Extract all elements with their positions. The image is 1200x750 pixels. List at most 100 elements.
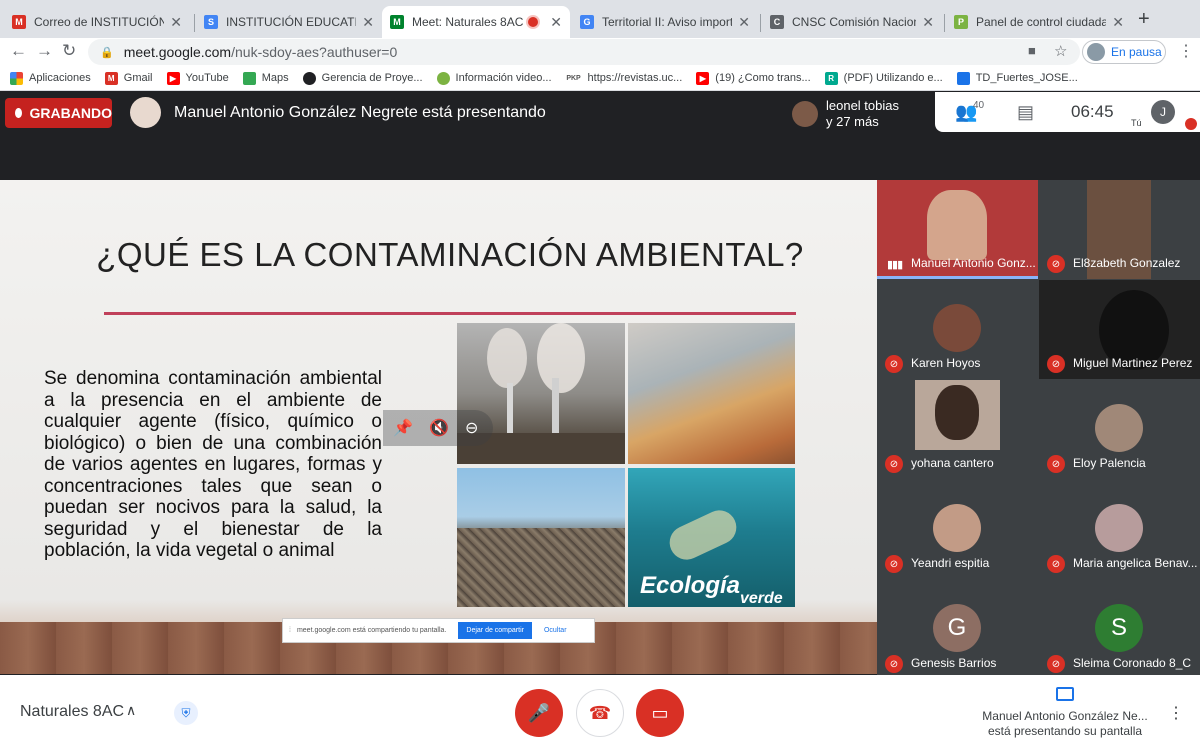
reload-icon[interactable]: ↻ (62, 41, 76, 61)
close-tab-icon[interactable]: ✕ (550, 14, 562, 31)
address-bar[interactable]: 🔒 meet.google.com /nuk-sdoy-aes?authuser… (88, 39, 1080, 65)
camera-off-button[interactable]: ▭ (636, 689, 684, 737)
youtube-icon: ▶ (166, 71, 180, 85)
forward-icon[interactable]: → (36, 41, 53, 61)
close-tab-icon[interactable]: ✕ (362, 14, 374, 31)
mic-off-icon: ⊘ (885, 555, 903, 573)
mute-audio-icon[interactable]: 🔇 (429, 418, 449, 438)
present-screen-icon[interactable] (1056, 687, 1074, 701)
meeting-name[interactable]: Naturales 8AC (20, 703, 124, 721)
mic-off-icon: ⊘ (1047, 355, 1065, 373)
close-tab-icon[interactable]: ✕ (922, 14, 934, 31)
menu-icon[interactable]: ⋮ (1178, 41, 1194, 61)
mic-off-icon: ⊘ (885, 655, 903, 673)
polluted-water-image (628, 323, 795, 464)
back-icon[interactable]: ← (10, 41, 27, 61)
stop-sharing-button[interactable]: Dejar de compartir (458, 622, 532, 639)
joiners-notice[interactable]: leonel tobias y 27 más (792, 95, 935, 133)
chat-icon[interactable]: ▤ (1017, 102, 1034, 123)
camera-icon[interactable]: ■ (1028, 43, 1036, 58)
presenting-status[interactable]: Manuel Antonio González Ne... está prese… (980, 709, 1150, 739)
slide-divider (104, 312, 796, 315)
participant-tile[interactable]: ⊘ Yeandri espitia (877, 480, 1038, 579)
participant-video (915, 380, 1000, 450)
verde-watermark: verde (740, 590, 783, 607)
microphone-off-button[interactable]: 🎤 (515, 689, 563, 737)
leave-call-button[interactable]: ☎ (576, 689, 624, 737)
profile-avatar (1087, 43, 1105, 61)
chevron-up-icon[interactable]: ∧ (126, 702, 136, 719)
participant-tile[interactable]: ⊘ Maria angelica Benav... (1039, 480, 1200, 579)
bookmark-youtube[interactable]: ▶ YouTube (166, 71, 229, 85)
participant-tile[interactable]: ⊘ yohana cantero (877, 380, 1038, 479)
github-icon (302, 71, 316, 85)
landfill-birds-image (457, 468, 625, 607)
profile-button[interactable]: En pausa (1082, 40, 1166, 64)
profile-status: En pausa (1111, 45, 1162, 59)
bookmark-maps[interactable]: Maps (242, 71, 289, 85)
browser-toolbar: ← → ↻ 🔒 meet.google.com /nuk-sdoy-aes?au… (0, 38, 1200, 66)
close-tab-icon[interactable]: ✕ (738, 14, 750, 31)
joiner-avatar (792, 101, 818, 127)
star-icon[interactable]: ☆ (1054, 42, 1067, 60)
self-avatar[interactable]: J (1151, 100, 1175, 124)
pin-icon[interactable]: 📌 (393, 418, 413, 438)
participant-tile[interactable]: ⊘ Karen Hoyos (877, 280, 1038, 379)
gmail-icon: M (104, 71, 118, 85)
participant-avatar (1095, 504, 1143, 552)
ecologia-watermark: Ecología (640, 572, 741, 599)
slide-title: ¿QUÉ ES LA CONTAMINACIÓN AMBIENTAL? (96, 236, 804, 273)
bookmark-gerencia[interactable]: Gerencia de Proye... (302, 71, 423, 85)
bookmark-revistas[interactable]: PKP https://revistas.uc... (565, 71, 682, 85)
tab-institucion[interactable]: S INSTITUCIÓN EDUCATIVA LA ✕ (196, 6, 382, 38)
participant-avatar (1095, 404, 1143, 452)
minimize-icon[interactable]: ⊖ (465, 418, 478, 438)
pkp-icon: PKP (565, 71, 582, 85)
tab-gmail[interactable]: M Correo de INSTITUCIÓN EDUCATIVA ✕ (4, 6, 190, 38)
bookmarks-bar: Aplicaciones M Gmail ▶ YouTube Maps Gerenc… (0, 66, 1200, 91)
recording-dot-icon (528, 17, 539, 27)
participant-avatar (933, 304, 981, 352)
meet-top-panel: 👥 40 ▤ 06:45 J Tú (935, 92, 1200, 132)
speaking-indicator-icon: ▮▮▮ (887, 259, 903, 271)
bookmark-gmail[interactable]: M Gmail (104, 71, 153, 85)
more-options-icon[interactable]: ⋮ (1168, 703, 1184, 723)
hide-notice-button[interactable]: Ocultar (544, 627, 567, 634)
mic-off-icon: ⊘ (1047, 555, 1065, 573)
participant-tile[interactable]: ⊘ Miguel Martinez Perez (1039, 280, 1200, 379)
close-tab-icon[interactable]: ✕ (170, 14, 182, 31)
tab-panel[interactable]: P Panel de control ciudadano ✕ (946, 6, 1132, 38)
new-tab-button[interactable]: + (1138, 8, 1150, 31)
bookmark-td-fuertes[interactable]: TD_Fuertes_JOSE... (956, 71, 1078, 85)
participant-tile[interactable]: ⊘ El8zabeth Gonzalez (1039, 180, 1200, 279)
drag-handle-icon[interactable]: ⁞ (289, 627, 291, 634)
tab-cnsc[interactable]: C CNSC Comisión Nacional del ✕ (762, 6, 942, 38)
bookmark-como-trans[interactable]: ▶ (19) ¿Como trans... (696, 71, 811, 85)
meet-control-bar: Naturales 8AC ∧ ⛨ 🎤 ☎ ▭ Manuel Antonio G… (0, 675, 1200, 750)
participant-tile[interactable]: ▮▮▮ Manuel Antonio Gonz... (877, 180, 1038, 279)
shield-icon[interactable]: ⛨ (174, 701, 198, 725)
cnsc-icon: C (770, 15, 784, 29)
bookmark-informacion[interactable]: Información video... (436, 71, 552, 85)
close-tab-icon[interactable]: ✕ (1112, 14, 1124, 31)
lock-icon: 🔒 (100, 46, 114, 59)
researchgate-icon: R (824, 71, 838, 85)
url-host: meet.google.com (123, 44, 232, 60)
tab-territorial[interactable]: G Territorial II: Aviso importante ✕ (572, 6, 758, 38)
document-icon (956, 71, 970, 85)
sites-icon: S (204, 15, 218, 29)
participant-tile[interactable]: S ⊘ Sleima Coronado 8_C (1039, 580, 1200, 679)
self-label: Tú (1131, 118, 1142, 128)
bookmark-apps[interactable]: Aplicaciones (10, 71, 91, 85)
panel-icon: P (954, 15, 968, 29)
bookmark-pdf[interactable]: R (PDF) Utilizando e... (824, 71, 943, 85)
tab-meet[interactable]: M Meet: Naturales 8AC ✕ (382, 6, 570, 38)
participant-tile[interactable]: G ⊘ Genesis Barrios (877, 580, 1038, 679)
presenting-label: Manuel Antonio González Negrete está pre… (174, 104, 546, 121)
participant-avatar: G (933, 604, 981, 652)
presented-slide: ¿QUÉ ES LA CONTAMINACIÓN AMBIENTAL? Se d… (0, 180, 877, 674)
participant-tile[interactable]: ⊘ Eloy Palencia (1039, 380, 1200, 479)
recording-badge: GRABANDO (5, 98, 112, 128)
self-mic-off-icon (1185, 118, 1197, 130)
participants-grid: ▮▮▮ Manuel Antonio Gonz... ⊘ El8zabeth G… (877, 180, 1200, 679)
